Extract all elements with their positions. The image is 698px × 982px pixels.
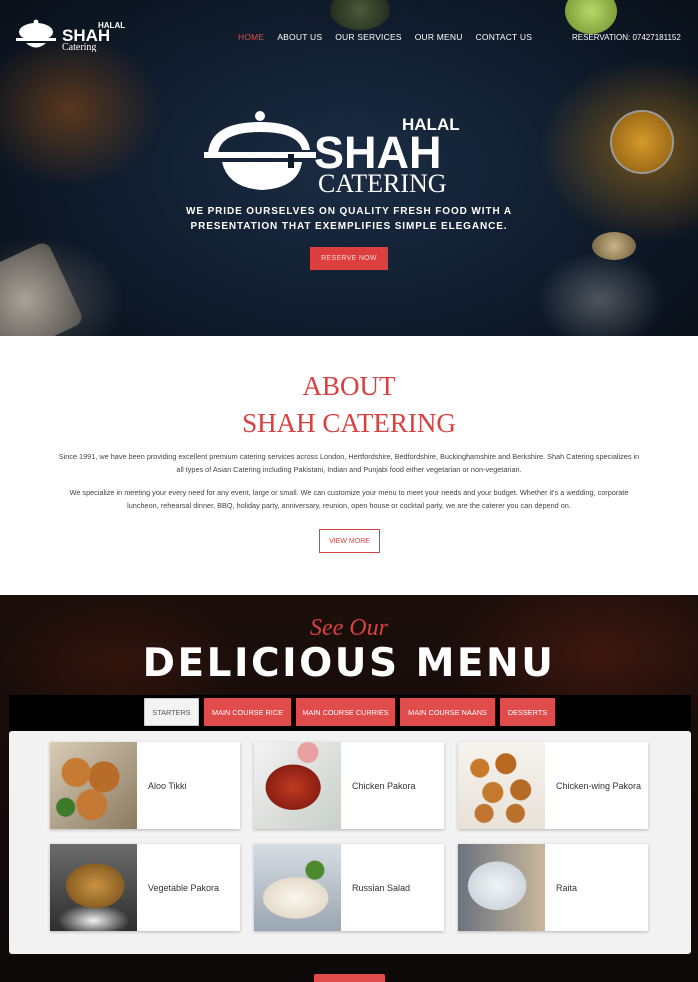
menu-item-card[interactable]: Vegetable Pakora	[50, 844, 240, 931]
chicken-wing-pakora-image	[458, 742, 545, 829]
tab-starters[interactable]: STARTERS	[144, 698, 199, 726]
tab-main-course-naans[interactable]: MAIN COURSE NAANS	[400, 698, 495, 726]
menu-item-card[interactable]: Raita	[458, 844, 648, 931]
tagline-line-2: PRESENTATION THAT EXEMPLIFIES SIMPLE ELE…	[190, 221, 508, 232]
about-paragraph-2-line-2: luncheon, rehearsal dinner, BBQ, holiday…	[127, 500, 571, 510]
main-nav: HOME ABOUT US OUR SERVICES OUR MENU CONT…	[238, 32, 532, 42]
vegetable-pakora-image	[50, 844, 137, 931]
menu-more-button[interactable]	[314, 974, 385, 982]
hero-logo-catering: CATERING	[318, 169, 447, 196]
about-paragraph-1-line-1: Since 1991, we have been providing excel…	[58, 452, 640, 461]
about-paragraph-1: Since 1991, we have been providing excel…	[50, 451, 648, 476]
hero-logo: HALAL SHAH CATERING	[202, 110, 472, 198]
about-title-line-1: ABOUT	[302, 371, 396, 401]
tagline-line-1: WE PRIDE OURSELVES ON QUALITY FRESH FOOD…	[185, 206, 512, 217]
hero-tagline: WE PRIDE OURSELVES ON QUALITY FRESH FOOD…	[150, 204, 548, 234]
hero-section: HALAL SHAH Catering HOME ABOUT US OUR SE…	[0, 0, 698, 336]
tab-desserts[interactable]: DESSERTS	[500, 698, 555, 726]
about-paragraph-1-line-2: all types of Asian Catering including Pa…	[176, 464, 522, 474]
view-more-button[interactable]: VIEW MORE	[319, 529, 380, 553]
about-title: ABOUT SHAH CATERING	[0, 368, 698, 442]
cloche-icon: HALAL SHAH CATERING	[204, 111, 460, 198]
menu-script-title: See Our	[310, 615, 388, 641]
nav-contact-us[interactable]: CONTACT US	[476, 32, 532, 42]
nav-our-services[interactable]: OUR SERVICES	[335, 32, 401, 42]
nav-our-menu[interactable]: OUR MENU	[415, 32, 463, 42]
about-section: ABOUT SHAH CATERING Since 1991, we have …	[0, 336, 698, 595]
russian-salad-image	[254, 844, 341, 931]
menu-item-name: Vegetable Pakora	[148, 882, 220, 893]
board-decoration	[0, 240, 85, 336]
menu-item-card[interactable]: Aloo Tikki	[50, 742, 240, 829]
logo-catering-text: Catering	[62, 42, 96, 52]
menu-item-name: Russian Salad	[352, 882, 411, 893]
cloche-logo-icon: HALAL SHAH Catering	[16, 19, 125, 53]
nav-home[interactable]: HOME	[238, 32, 264, 42]
site-logo[interactable]: HALAL SHAH Catering	[12, 18, 134, 53]
aloo-tikki-image	[50, 742, 137, 829]
nuts-decoration	[592, 232, 636, 260]
about-paragraph-2: We specialize in meeting your every need…	[50, 487, 648, 512]
reservation-phone[interactable]: RESERVATION: 07427181152	[572, 33, 681, 42]
spice-bowl-decoration	[610, 110, 674, 174]
chicken-pakora-image	[254, 742, 341, 829]
about-paragraph-2-line-1: We specialize in meeting your every need…	[69, 488, 629, 497]
reserve-now-button[interactable]: RESERVE NOW	[310, 247, 388, 270]
menu-item-name: Aloo Tikki	[148, 780, 187, 791]
about-title-line-2: SHAH CATERING	[242, 408, 456, 438]
lime-decoration	[565, 0, 617, 34]
nav-about-us[interactable]: ABOUT US	[277, 32, 322, 42]
menu-section: See Our DELICIOUS MENU STARTERS MAIN COU…	[0, 595, 698, 982]
tab-main-course-curries[interactable]: MAIN COURSE CURRIES	[296, 698, 395, 726]
menu-item-card[interactable]: Russian Salad	[254, 844, 444, 931]
tab-main-course-rice[interactable]: MAIN COURSE RICE	[204, 698, 291, 726]
menu-item-name: Raita	[556, 882, 578, 893]
menu-item-name: Chicken-wing Pakora	[556, 780, 642, 791]
menu-title: DELICIOUS MENU	[142, 641, 556, 686]
menu-item-card[interactable]: Chicken-wing Pakora	[458, 742, 648, 829]
menu-item-name: Chicken Pakora	[352, 780, 416, 791]
herb-decoration	[330, 0, 390, 30]
raita-image	[458, 844, 545, 931]
menu-item-card[interactable]: Chicken Pakora	[254, 742, 444, 829]
